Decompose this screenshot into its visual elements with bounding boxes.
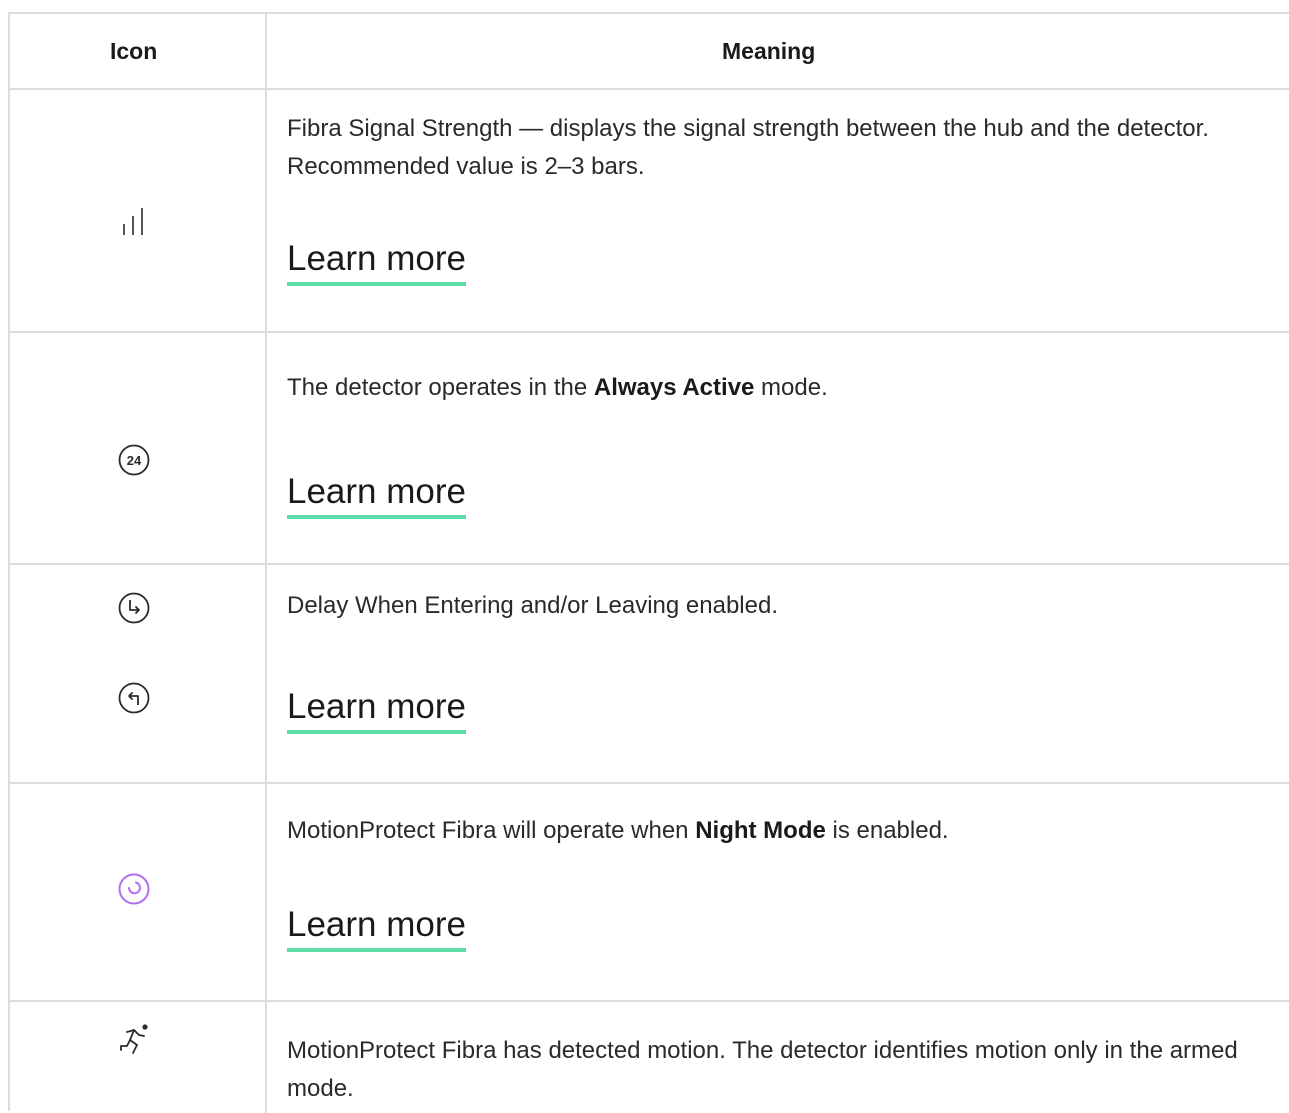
row-description: Fibra Signal Strength — displays the sig… (287, 115, 1209, 180)
learn-more-link[interactable]: Learn more (287, 471, 466, 519)
row-description: Delay When Entering and/or Leaving enabl… (287, 592, 778, 619)
always-active-label: 24 (127, 453, 142, 468)
icons-table: Icon Meaning Fibra Signal Strength — dis… (8, 12, 1289, 1113)
table-row: MotionProtect Fibra has detected motion.… (10, 1002, 1289, 1113)
row-description: MotionProtect Fibra will operate when Ni… (287, 812, 1267, 850)
learn-more-link[interactable]: Learn more (287, 238, 466, 286)
table-row: MotionProtect Fibra will operate when Ni… (10, 784, 1289, 1002)
motion-detected-icon (118, 1022, 152, 1061)
night-mode-icon (117, 872, 151, 911)
table-row: 24 The detector operates in the Always A… (10, 333, 1289, 565)
table-header-row: Icon Meaning (10, 14, 1289, 90)
text-after: is enabled. (825, 817, 949, 844)
text-bold: Always Active (593, 374, 755, 401)
text-after: mode. (754, 374, 828, 401)
text-bold: Night Mode (695, 817, 826, 844)
row-description: The detector operates in the Always Acti… (287, 369, 1267, 407)
always-active-24-icon: 24 (117, 443, 151, 482)
exit-delay-icon (117, 681, 151, 720)
text-before: The detector operates in the (287, 374, 594, 401)
table-row: Delay When Entering and/or Leaving enabl… (10, 565, 1289, 784)
entry-delay-icon (117, 591, 151, 630)
learn-more-link[interactable]: Learn more (287, 686, 466, 734)
learn-more-link[interactable]: Learn more (287, 904, 466, 952)
header-meaning: Meaning (722, 38, 816, 64)
text-before: MotionProtect Fibra will operate when (287, 817, 696, 844)
header-icon: Icon (110, 38, 158, 64)
row-description: MotionProtect Fibra has detected motion.… (287, 1037, 1238, 1102)
signal-strength-icon (120, 208, 150, 241)
table-row: Fibra Signal Strength — displays the sig… (10, 90, 1289, 333)
